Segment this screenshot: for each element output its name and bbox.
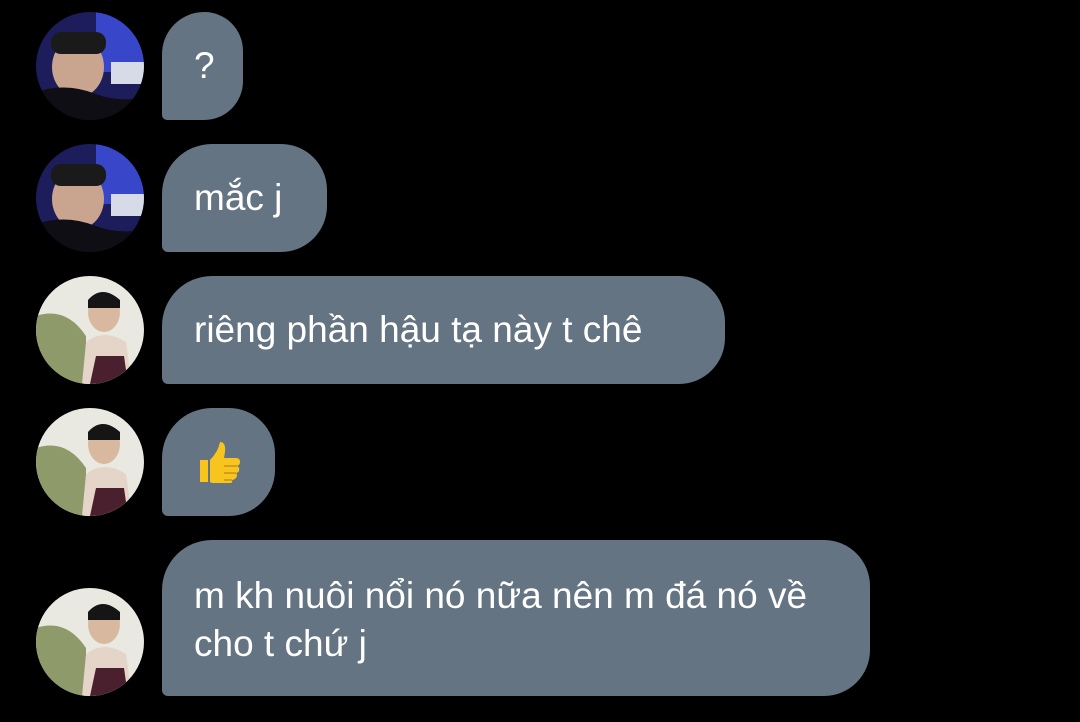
avatar-photo-user-a: [36, 12, 144, 120]
avatar-photo-user-b: [36, 588, 144, 696]
message-text: m kh nuôi nổi nó nữa nên m đá nó về cho …: [194, 575, 808, 664]
avatar-user-b[interactable]: [36, 276, 144, 384]
avatar-user-b[interactable]: [36, 408, 144, 516]
avatar-photo-user-a: [36, 144, 144, 252]
message-bubble[interactable]: ?: [162, 12, 243, 120]
message-bubble[interactable]: [162, 408, 275, 516]
avatar-photo-user-b: [36, 408, 144, 516]
message-bubble[interactable]: mắc j: [162, 144, 327, 252]
message-bubble[interactable]: m kh nuôi nổi nó nữa nên m đá nó về cho …: [162, 540, 870, 696]
avatar-user-a[interactable]: [36, 12, 144, 120]
message-text: ?: [194, 45, 215, 86]
avatar-user-b[interactable]: [36, 588, 144, 696]
avatar-user-a[interactable]: [36, 144, 144, 252]
message-text: riêng phần hậu tạ này t chê: [194, 309, 643, 350]
message-bubble[interactable]: riêng phần hậu tạ này t chê: [162, 276, 725, 384]
avatar-photo-user-b: [36, 276, 144, 384]
thumbs-up-icon: [194, 438, 242, 486]
message-text: mắc j: [194, 177, 283, 218]
